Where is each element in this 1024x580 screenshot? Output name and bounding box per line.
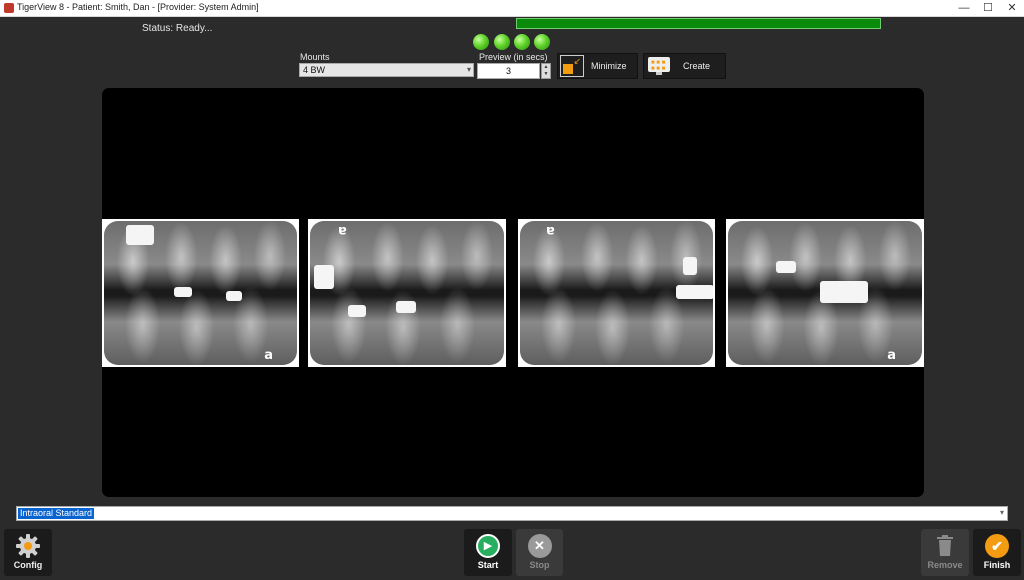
start-button[interactable]: ▶ Start	[464, 529, 512, 576]
app-icon	[4, 3, 14, 13]
protocol-selected-value: Intraoral Standard	[18, 508, 95, 519]
mounts-selected-value: 4 BW	[303, 65, 326, 75]
window-title: TigerView 8 - Patient: Smith, Dan - [Pro…	[17, 2, 259, 12]
xray-image-4[interactable]: a	[726, 219, 924, 367]
chevron-down-icon: ▾	[466, 65, 471, 74]
gear-icon	[16, 534, 40, 558]
remove-button[interactable]: Remove	[921, 529, 969, 576]
orientation-marker: a	[887, 348, 896, 363]
status-text: Status: Ready...	[142, 23, 213, 34]
status-progress-bar	[516, 18, 881, 29]
orientation-marker: a	[264, 348, 273, 363]
indicator-light-1	[473, 34, 489, 50]
minimize-window-button[interactable]: —	[952, 0, 976, 16]
finish-label: Finish	[983, 560, 1011, 570]
stop-label: Stop	[529, 560, 550, 570]
stop-button[interactable]: ✕ Stop	[516, 529, 563, 576]
indicator-light-3	[514, 34, 530, 50]
orientation-marker: a	[338, 223, 347, 238]
preview-spinner[interactable]: ▲ ▼	[541, 63, 551, 79]
finish-button[interactable]: ✔ Finish	[973, 529, 1021, 576]
mounts-dropdown[interactable]: 4 BW ▾	[299, 63, 474, 77]
config-button[interactable]: Config	[4, 529, 52, 576]
preview-seconds-input[interactable]: 3	[477, 63, 540, 79]
close-icon: ✕	[527, 534, 552, 558]
indicator-light-4	[534, 34, 550, 50]
sensor-indicators	[473, 34, 553, 50]
xray-image-2[interactable]: a	[308, 219, 506, 367]
checkmark-icon: ✔	[985, 534, 1009, 558]
close-window-button[interactable]: ✕	[1000, 0, 1024, 16]
title-bar: TigerView 8 - Patient: Smith, Dan - [Pro…	[0, 0, 1024, 17]
play-icon: ▶	[476, 534, 500, 558]
orientation-marker: a	[546, 223, 555, 238]
remove-label: Remove	[927, 560, 963, 570]
config-label: Config	[13, 560, 43, 570]
trash-icon	[937, 535, 953, 556]
mounts-label: Mounts	[300, 52, 330, 62]
create-label: Create	[683, 61, 711, 71]
create-button[interactable]: ■ ■ ■ ■ ■ ■ Create	[643, 53, 726, 79]
minimize-label: Minimize	[591, 61, 627, 71]
progress-fill	[517, 19, 880, 28]
xray-image-1[interactable]: a	[102, 219, 299, 367]
minimize-icon: ↙	[560, 55, 584, 77]
image-viewer[interactable]: a a a a	[102, 88, 924, 497]
minimize-button[interactable]: ↙ Minimize	[557, 53, 638, 79]
monitor-icon: ■ ■ ■ ■ ■ ■	[648, 57, 670, 75]
start-label: Start	[477, 560, 499, 570]
maximize-window-button[interactable]: ☐	[976, 0, 1000, 16]
chevron-down-icon: ▾	[999, 508, 1004, 517]
protocol-dropdown[interactable]: Intraoral Standard ▾	[16, 506, 1008, 521]
preview-label: Preview (in secs)	[479, 52, 548, 62]
indicator-light-2	[494, 34, 510, 50]
xray-image-3[interactable]: a	[518, 219, 715, 367]
